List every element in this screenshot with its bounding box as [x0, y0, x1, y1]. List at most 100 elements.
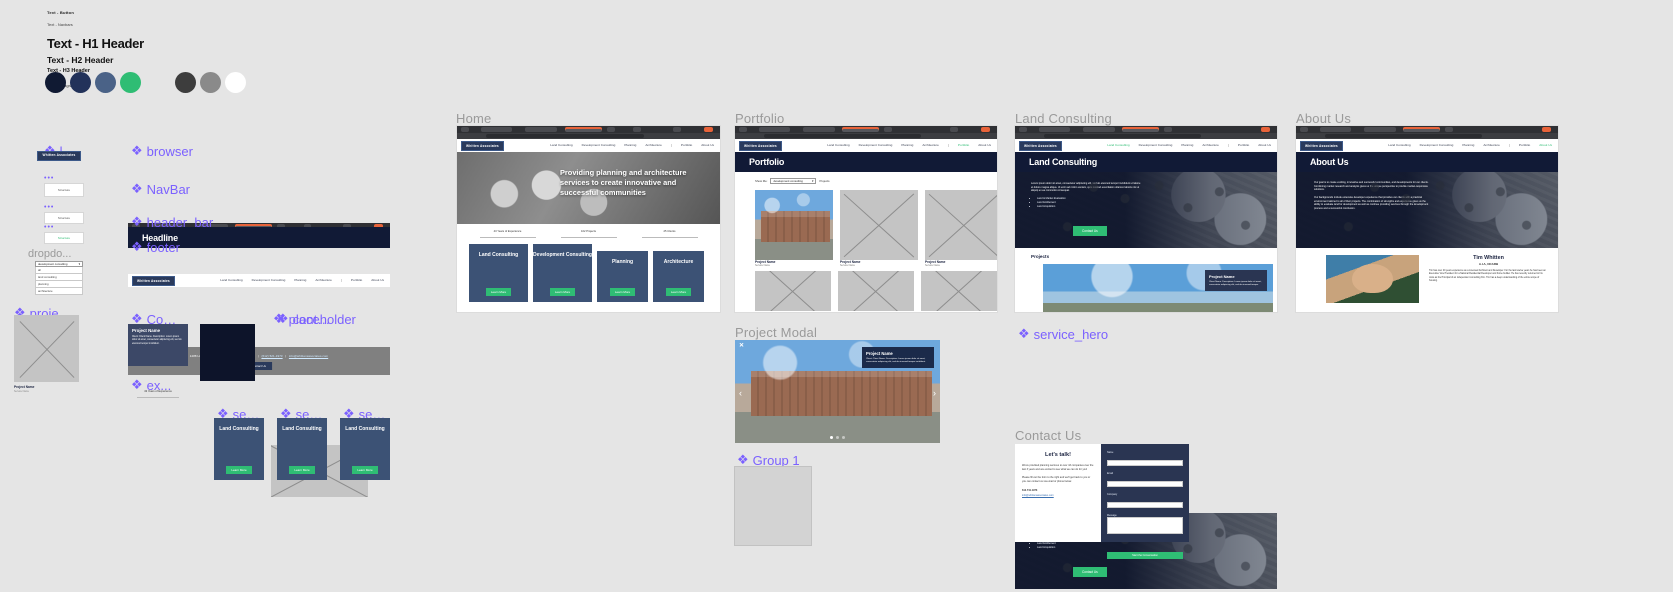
nav-link-land-consulting[interactable]: Land Consulting	[550, 143, 572, 148]
nav-link-planning[interactable]: Planning	[294, 278, 306, 283]
navbar-brand[interactable]: Whitten Associates	[132, 275, 175, 286]
browser-tab[interactable]	[480, 126, 513, 133]
portfolio-filter-select[interactable]: development consulting ▾	[770, 178, 817, 184]
browser-tab[interactable]	[1038, 126, 1071, 133]
nav-link-portfolio[interactable]: Portfolio	[1238, 143, 1249, 148]
nav-link-architecture[interactable]: Architecture	[1483, 143, 1500, 148]
portfolio-project-3[interactable]: Project Name Service Name	[925, 190, 997, 267]
browser-tab[interactable]	[803, 126, 835, 133]
nav-link-land-consulting[interactable]: Land Consulting	[827, 143, 849, 148]
carousel-dots[interactable]	[735, 436, 940, 439]
url-input[interactable]	[1043, 134, 1201, 138]
structure-card-2[interactable]: Structure	[44, 212, 84, 224]
nav-link-development-consulting[interactable]: Development Consulting	[1139, 143, 1173, 148]
nav-link-planning[interactable]: Planning	[1181, 143, 1193, 148]
group1-placeholder[interactable]	[734, 466, 812, 546]
nav-link-development-consulting[interactable]: Development Consulting	[252, 278, 286, 283]
service-card-learn-more-button[interactable]: Learn More	[226, 466, 252, 474]
browser-tab[interactable]	[1364, 126, 1396, 133]
portfolio-project-1[interactable]: Project Name Service Name	[755, 190, 833, 267]
nav-link-architecture[interactable]: Architecture	[1202, 143, 1219, 148]
nav-link-about-us[interactable]: About Us	[371, 278, 384, 283]
footer-phone-link[interactable]: (612) 521-1973	[261, 354, 282, 358]
navbar-brand[interactable]: Whitten Associates	[461, 140, 504, 151]
nav-link-architecture[interactable]: Architecture	[645, 143, 662, 148]
browser-tab[interactable]	[884, 126, 893, 133]
browser-tab[interactable]	[758, 126, 791, 133]
close-icon[interactable]: ✕	[739, 342, 744, 349]
browser-tab-active[interactable]	[564, 126, 602, 133]
browser-tab[interactable]	[1445, 126, 1454, 133]
card-learn-more-button[interactable]: Learn More	[549, 287, 576, 296]
service-card-learn-more-button[interactable]: Learn More	[289, 466, 315, 474]
nav-link-portfolio[interactable]: Portfolio	[351, 278, 362, 283]
browser-tab[interactable]	[606, 126, 615, 133]
nav-link-development-consulting[interactable]: Development Consulting	[582, 143, 616, 148]
submit-button[interactable]: Start the Conversation	[1107, 552, 1183, 559]
browser-tab[interactable]	[1083, 126, 1115, 133]
browser-tab-new[interactable]	[1542, 126, 1552, 133]
nav-link-portfolio[interactable]: Portfolio	[681, 143, 692, 148]
message-input[interactable]	[1107, 517, 1183, 534]
service-card-learn-more-button[interactable]: Learn More	[352, 466, 378, 474]
contact-phone[interactable]: 612.741.1973	[1022, 489, 1094, 493]
nav-link-development-consulting[interactable]: Development Consulting	[1420, 143, 1454, 148]
browser-tab[interactable]	[738, 126, 747, 133]
project-thumb-placeholder[interactable]	[14, 315, 79, 382]
logo-pill-component[interactable]: Whitten Associates	[37, 151, 81, 161]
nav-link-planning[interactable]: Planning	[901, 143, 913, 148]
browser-tab[interactable]	[633, 126, 642, 133]
nav-link-about-us[interactable]: About Us	[978, 143, 991, 148]
land-consulting-contact-button[interactable]: Contact Us	[1073, 226, 1107, 236]
contact-email[interactable]: info@whittenassociates.com	[1022, 494, 1094, 497]
service-hero-contact-button[interactable]: Contact Us	[1073, 567, 1107, 577]
browser-tab[interactable]	[525, 126, 557, 133]
nav-link-land-consulting[interactable]: Land Consulting	[220, 278, 242, 283]
browser-tab-new[interactable]	[704, 126, 714, 133]
nav-link-development-consulting[interactable]: Development Consulting	[859, 143, 893, 148]
carousel-dot[interactable]	[836, 436, 839, 439]
portfolio-project-5[interactable]	[838, 271, 914, 311]
name-input[interactable]	[1107, 459, 1183, 466]
url-input[interactable]	[1324, 134, 1482, 138]
carousel-next-icon[interactable]: ›	[933, 388, 936, 398]
carousel-dot[interactable]	[842, 436, 845, 439]
carousel-prev-icon[interactable]: ‹	[739, 388, 742, 398]
nav-link-portfolio[interactable]: Portfolio	[1519, 143, 1530, 148]
browser-tab[interactable]	[672, 126, 681, 133]
navbar-brand[interactable]: Whitten Associates	[1019, 140, 1062, 151]
nav-link-portfolio[interactable]: Portfolio	[958, 143, 969, 148]
browser-tab[interactable]	[949, 126, 958, 133]
portfolio-project-4[interactable]	[755, 271, 831, 311]
card-learn-more-button[interactable]: Learn More	[665, 287, 692, 296]
browser-tab-new[interactable]	[1261, 126, 1271, 133]
browser-tab[interactable]	[1164, 126, 1173, 133]
dropdown-option[interactable]: architecture	[35, 288, 83, 295]
nav-link-about-us[interactable]: About Us	[1258, 143, 1271, 148]
nav-link-planning[interactable]: Planning	[1462, 143, 1474, 148]
dropdown-option[interactable]: land consulting	[35, 274, 83, 281]
url-input[interactable]	[485, 134, 644, 138]
browser-tab-new[interactable]	[981, 126, 991, 133]
nav-link-land-consulting[interactable]: Land Consulting	[1388, 143, 1410, 148]
nav-link-about-us[interactable]: About Us	[1539, 143, 1552, 148]
carousel-dot-active[interactable]	[830, 436, 833, 439]
card-learn-more-button[interactable]: Learn More	[485, 287, 512, 296]
nav-link-about-us[interactable]: About Us	[701, 143, 714, 148]
card-learn-more-button[interactable]: Learn More	[609, 287, 636, 296]
dropdown-option[interactable]: all	[35, 267, 83, 274]
nav-link-architecture[interactable]: Architecture	[315, 278, 332, 283]
portfolio-project-2[interactable]: Project Name Service Name	[840, 190, 918, 267]
browser-tab-active[interactable]	[1122, 126, 1160, 133]
browser-tab-active[interactable]	[1403, 126, 1441, 133]
dropdown-component[interactable]: development consulting ▾ all land consul…	[35, 261, 83, 295]
navbar-brand[interactable]: Whitten Associates	[1300, 140, 1343, 151]
portfolio-project-6[interactable]	[921, 271, 997, 311]
browser-tab[interactable]	[1319, 126, 1352, 133]
nav-link-architecture[interactable]: Architecture	[922, 143, 939, 148]
email-input[interactable]	[1107, 480, 1183, 487]
structure-card-1[interactable]: Structure	[44, 183, 84, 197]
footer-email-link[interactable]: info@whittenassociates.com	[289, 354, 328, 358]
nav-link-land-consulting[interactable]: Land Consulting	[1107, 143, 1129, 148]
dropdown-option[interactable]: planning	[35, 281, 83, 288]
